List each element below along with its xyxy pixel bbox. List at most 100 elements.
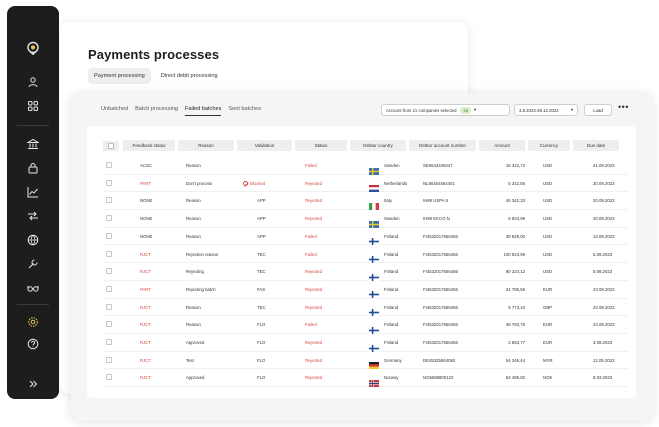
header-amount[interactable]: Amount <box>479 140 525 151</box>
table-row[interactable]: RJCT Approved FLO Rejected Norway NO569880012… <box>103 369 628 388</box>
tab-direct-debit-processing[interactable]: Direct debit processing <box>155 68 224 84</box>
lock-icon[interactable] <box>7 160 59 176</box>
account-cell: SE6643348247 <box>423 163 453 168</box>
feedback-status-cell: RJCT <box>140 340 151 345</box>
status-cell: Rejected <box>305 180 322 186</box>
settings-icon[interactable] <box>7 314 59 330</box>
header-feedback-status[interactable]: Feedback status <box>123 140 175 151</box>
due-date-cell: 3.08.2023 <box>593 340 613 345</box>
header-due-date[interactable]: Due date <box>573 140 619 151</box>
currency-cell: EUR <box>543 340 553 345</box>
select-all-checkbox[interactable] <box>103 141 119 151</box>
batches-panel: Unbatched Batch processing Failed batche… <box>71 93 653 421</box>
feedback-status-cell: RJCT <box>140 375 151 381</box>
row-checkbox[interactable] <box>106 250 112 257</box>
account-cell: DE45325564092 <box>423 357 456 363</box>
status-cell: Rejected <box>305 269 322 275</box>
due-date-cell: 23.08.2023 <box>593 322 615 328</box>
tab-sent-batches[interactable]: Sent batches <box>228 106 261 116</box>
wrench-icon[interactable] <box>7 256 59 272</box>
reason-cell: Reason <box>186 322 201 328</box>
reason-cell: Rejection reason <box>186 251 219 257</box>
bank-icon[interactable] <box>7 136 59 152</box>
account-cell: FI4532017656456 <box>423 304 458 310</box>
country-cell: Sweden <box>384 216 400 222</box>
status-cell: Failed <box>305 163 317 168</box>
table-row[interactable]: RJCT Reason FLO Failed Finland FI453201765645… <box>103 316 628 334</box>
se-flag-icon <box>369 162 379 175</box>
table-row[interactable]: PART Don't process Blocked Rejected Netherla… <box>103 175 628 193</box>
transfer-icon[interactable] <box>7 208 59 224</box>
company-select[interactable]: Account from 21 companies selected 93 ▾ <box>381 104 510 116</box>
table-row[interactable]: RJCT Rejection reason TEC Failed Finland FI45… <box>103 246 628 264</box>
tab-batch-processing[interactable]: Batch processing <box>135 106 178 116</box>
date-range-select[interactable]: 3.8.2023-28.12.2024 ▾ <box>514 104 578 116</box>
row-checkbox[interactable] <box>106 197 112 204</box>
reason-cell: Reason <box>186 304 201 310</box>
row-checkbox[interactable] <box>106 339 112 345</box>
logo-icon[interactable] <box>7 40 59 56</box>
reason-cell: Don't process <box>186 180 213 186</box>
header-status[interactable]: Status <box>295 140 347 151</box>
chevron-down-icon: ▾ <box>570 107 573 112</box>
currency-cell: USD <box>543 180 553 186</box>
country-cell: Finland <box>384 322 399 328</box>
row-checkbox[interactable] <box>106 162 112 168</box>
table-row[interactable]: RJCT Reason TEC Rejected Finland FI4532017656… <box>103 299 628 317</box>
more-options-icon[interactable]: ••• <box>618 102 629 112</box>
tab-failed-batches[interactable]: Failed batches <box>184 106 222 116</box>
header-currency[interactable]: Currency <box>528 140 570 151</box>
row-checkbox[interactable] <box>106 215 112 222</box>
fi-flag-icon <box>369 321 379 334</box>
row-checkbox[interactable] <box>106 374 112 381</box>
table-row[interactable]: RJCT Rejecting TEC Rejected Finland FI4532017… <box>103 263 628 281</box>
table-row[interactable]: RJCT Approved FLO Rejected Finland FI45320176… <box>103 334 628 352</box>
help-icon[interactable] <box>7 336 59 352</box>
account-cell: FI4532017656456 <box>423 340 458 345</box>
row-checkbox[interactable] <box>106 321 112 328</box>
table-row[interactable]: RJCT Test FLO Rejected Germany DE45325564092 5… <box>103 352 628 370</box>
header-validation[interactable]: Validation <box>237 140 292 151</box>
tab-unbatched[interactable]: Unbatched <box>101 106 128 116</box>
globe-icon[interactable] <box>7 232 59 248</box>
currency-cell: MYR <box>543 357 553 363</box>
feedback-status-cell: RJCT <box>140 304 151 310</box>
table-row[interactable]: ACSC Reason Failed Sweden SE6643348247 15 322… <box>103 157 628 175</box>
tab-payment-processing[interactable]: Payment processing <box>88 68 151 84</box>
validation-cell: Blocked <box>243 181 265 187</box>
apps-icon[interactable] <box>7 98 59 114</box>
header-reason[interactable]: Reason <box>178 140 234 151</box>
status-cell: Rejected <box>305 286 322 292</box>
due-date-cell: 21.09.2023 <box>593 163 615 168</box>
row-checkbox[interactable] <box>106 303 112 310</box>
row-checkbox[interactable] <box>106 268 112 275</box>
row-checkbox[interactable] <box>106 285 112 292</box>
header-debtor-account[interactable]: Debtor account number <box>409 140 476 151</box>
fi-flag-icon <box>369 268 379 281</box>
glasses-icon[interactable] <box>7 280 59 296</box>
row-checkbox[interactable] <box>106 356 112 363</box>
table-row[interactable]: NONE Reason APP Failed Finland FI453201765645… <box>103 228 628 246</box>
due-date-cell: 23.08.2023 <box>593 304 615 310</box>
table-row[interactable]: NONE Reason APP Rejected Italy IH89 USPA 5 46 … <box>103 192 628 211</box>
fi-flag-icon <box>369 285 379 299</box>
country-cell: Norway <box>384 375 399 381</box>
amount-cell: 2 853,77 <box>508 340 525 345</box>
fi-flag-icon <box>369 303 379 317</box>
due-date-cell: 5.09.2023 <box>593 251 613 257</box>
load-button[interactable]: Load <box>584 104 612 116</box>
date-range-label: 3.8.2023-28.12.2024 <box>519 107 559 113</box>
row-checkbox[interactable] <box>106 232 112 239</box>
table-row[interactable]: NONE Reason APP Rejected Sweden IH89 EKCO N 6 … <box>103 210 628 228</box>
chevron-down-icon: ▾ <box>473 107 477 112</box>
expand-icon[interactable] <box>7 376 59 392</box>
chart-icon[interactable] <box>7 184 59 200</box>
currency-cell: EUR <box>543 322 553 328</box>
row-checkbox[interactable] <box>106 179 112 186</box>
user-icon[interactable] <box>7 74 59 90</box>
table-row[interactable]: PART Rejecting batch FAS Rejected Finland FI4… <box>103 281 628 299</box>
currency-cell: NOK <box>543 375 553 381</box>
header-debtor-country[interactable]: Debtor country <box>350 140 406 151</box>
account-cell: NL86454564401 <box>423 180 455 186</box>
batch-tabs: Unbatched Batch processing Failed batche… <box>101 106 261 116</box>
